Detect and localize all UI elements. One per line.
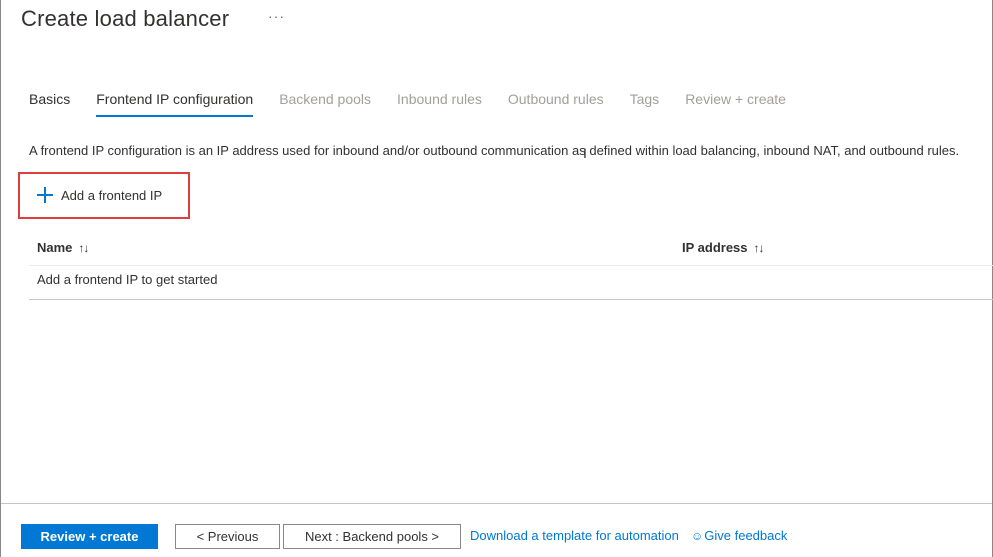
sort-icon: ↑↓ [78, 240, 89, 255]
tab-outbound-rules[interactable]: Outbound rules [508, 91, 604, 117]
tab-tags[interactable]: Tags [630, 91, 660, 117]
tab-inbound-rules[interactable]: Inbound rules [397, 91, 482, 117]
text-cursor-icon: I [583, 145, 587, 161]
sort-icon: ↑↓ [753, 240, 765, 255]
add-frontend-ip-label: Add a frontend IP [61, 187, 163, 203]
tab-basics[interactable]: Basics [29, 91, 70, 117]
column-header-name[interactable]: Name ↑↓ [37, 240, 89, 255]
review-create-button[interactable]: Review + create [21, 524, 158, 549]
empty-state-text: Add a frontend IP to get started [37, 272, 218, 287]
tab-frontend-ip-configuration[interactable]: Frontend IP configuration [96, 91, 253, 117]
tab-review-create[interactable]: Review + create [685, 91, 786, 117]
wizard-footer: Review + create < Previous Next : Backen… [1, 503, 992, 557]
plus-icon [37, 187, 53, 203]
previous-button[interactable]: < Previous [175, 524, 280, 549]
wizard-tabs: Basics Frontend IP configuration Backend… [29, 91, 812, 117]
give-feedback-label: Give feedback [704, 528, 788, 543]
tab-backend-pools[interactable]: Backend pools [279, 91, 371, 117]
download-template-link[interactable]: Download a template for automation [470, 528, 679, 543]
next-backend-pools-button[interactable]: Next : Backend pools > [283, 524, 461, 549]
page-title: Create load balancer [21, 6, 230, 31]
frontend-ip-grid: Name ↑↓ IP address ↑↓ Add a frontend IP … [29, 233, 993, 300]
column-header-name-label: Name [37, 240, 73, 255]
grid-empty-row: Add a frontend IP to get started [29, 266, 993, 300]
give-feedback-link[interactable]: ☺ Give feedback [691, 528, 787, 543]
frontend-ip-description: A frontend IP configuration is an IP add… [29, 143, 960, 158]
more-options-icon[interactable]: ··· [268, 8, 285, 24]
column-header-ip-address[interactable]: IP address ↑↓ [682, 240, 765, 255]
grid-header: Name ↑↓ IP address ↑↓ [29, 233, 993, 266]
feedback-icon: ☺ [691, 528, 704, 543]
column-header-ip-address-label: IP address [682, 240, 748, 255]
add-frontend-ip-button[interactable]: Add a frontend IP [37, 187, 162, 203]
